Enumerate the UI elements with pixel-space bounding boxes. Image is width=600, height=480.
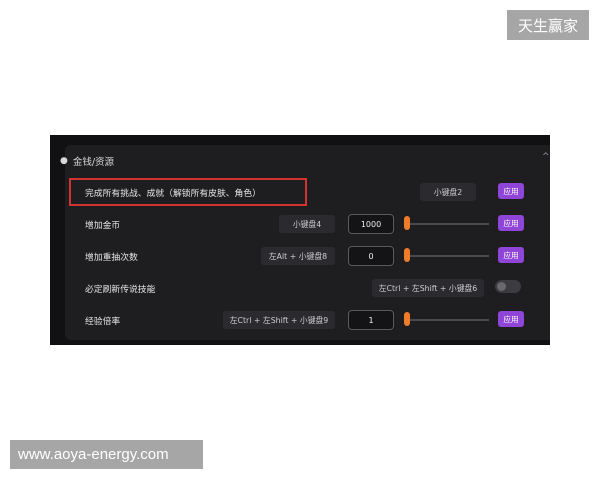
toggle-switch[interactable]: [495, 280, 521, 293]
hotkey-badge: 左Ctrl + 左Shift + 小键盘6: [372, 279, 484, 297]
collapse-icon[interactable]: ^: [542, 152, 550, 162]
apply-button[interactable]: 应用: [498, 183, 524, 199]
slider-knob[interactable]: [404, 312, 410, 326]
hotkey-badge: 左Alt + 小键盘8: [261, 247, 335, 265]
row-label: 经验倍率: [85, 317, 121, 327]
row-exp-multiplier: 经验倍率 左Ctrl + 左Shift + 小键盘9 1 应用: [65, 309, 550, 335]
coin-icon: ●: [60, 156, 68, 166]
section-title: 金钱/资源: [72, 157, 115, 168]
hotkey-badge: 小键盘2: [420, 183, 476, 201]
value-input[interactable]: 1000: [348, 214, 394, 234]
row-label: 必定刷新传说技能: [85, 285, 156, 295]
value-input[interactable]: 1: [348, 310, 394, 330]
value-slider[interactable]: [405, 319, 489, 321]
slider-knob[interactable]: [404, 248, 410, 262]
toggle-knob: [497, 282, 506, 291]
row-legend-skill: 必定刷新传说技能 左Ctrl + 左Shift + 小键盘6: [65, 277, 550, 303]
highlight-box: [69, 178, 307, 206]
hotkey-badge: 小键盘4: [279, 215, 335, 233]
value-slider[interactable]: [405, 255, 489, 257]
watermark-top: 天生赢家: [507, 10, 589, 40]
slider-knob[interactable]: [404, 216, 410, 230]
value-input[interactable]: 0: [348, 246, 394, 266]
row-label: 增加重抽次数: [85, 253, 138, 263]
watermark-bottom: www.aoya-energy.com: [10, 440, 203, 469]
apply-button[interactable]: 应用: [498, 311, 524, 327]
section-header[interactable]: ● 金钱/资源: [60, 153, 114, 169]
hotkey-badge: 左Ctrl + 左Shift + 小键盘9: [223, 311, 335, 329]
row-add-gold: 增加金币 小键盘4 1000 应用: [65, 213, 550, 239]
apply-button[interactable]: 应用: [498, 247, 524, 263]
row-add-reroll: 增加重抽次数 左Alt + 小键盘8 0 应用: [65, 245, 550, 271]
apply-button[interactable]: 应用: [498, 215, 524, 231]
row-label: 增加金币: [85, 221, 121, 231]
value-slider[interactable]: [405, 223, 489, 225]
